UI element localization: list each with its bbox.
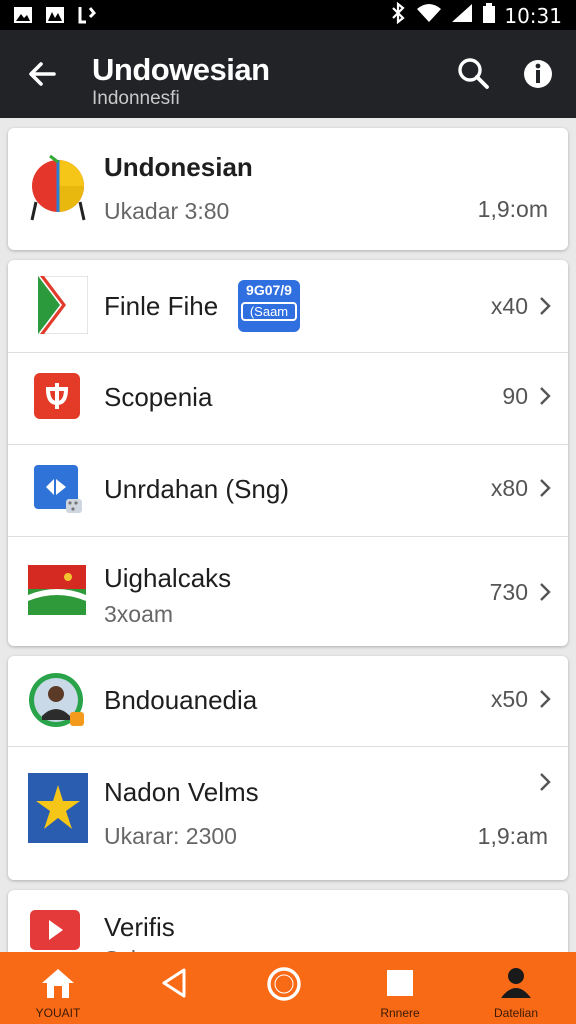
nav-recents[interactable]: Rnnere (350, 952, 450, 1024)
list-item-title: Unrdahan (Sng) (104, 474, 289, 504)
list-item[interactable]: Nadon Velms Ukarar: 2300 1,9:am (8, 747, 568, 880)
nav-profile-label: Datelian (493, 1006, 539, 1020)
list-item[interactable]: Uighalcaks 3xoam 730 (8, 537, 568, 646)
list-item[interactable]: Finle Fihe 9G07/9 (Saam x40 (8, 260, 568, 353)
list-item-value: x80 (490, 475, 528, 501)
list-item-title: Nadon Velms (104, 777, 259, 807)
nav-profile[interactable]: Datelian (466, 952, 566, 1024)
list-item-value: 1,9:am (477, 823, 548, 849)
home-icon (42, 969, 74, 998)
chevron-right-icon (540, 583, 551, 601)
list-item[interactable]: Scopenia 90 (8, 353, 568, 445)
status-time: 10:31 (504, 3, 562, 28)
signal-icon (450, 2, 474, 29)
wifi-icon (416, 2, 442, 29)
landscape-app-icon (28, 565, 86, 615)
nav-home-circle[interactable] (234, 952, 334, 1024)
nav-home-label: YOUAIT (35, 1006, 81, 1020)
blue-app-icon (34, 465, 82, 513)
status-badge: 9G07/9 (Saam (238, 280, 300, 332)
list-item-title: Uighalcaks (104, 563, 232, 593)
circle-home-icon (267, 967, 301, 1001)
back-button[interactable] (22, 54, 62, 94)
square-recents-icon (387, 970, 413, 996)
list-item-subtitle: Ukarar: 2300 (104, 823, 237, 849)
list-item[interactable]: Bndouanedia x50 (8, 656, 568, 747)
chevron-right-icon (540, 690, 551, 708)
chevron-right-icon (540, 479, 551, 497)
bluetooth-icon (388, 1, 408, 29)
chevron-right-icon (540, 773, 551, 791)
notification-icons (12, 5, 98, 25)
list-item-title: Finle Fihe (104, 291, 219, 321)
flag-app-icon (38, 276, 88, 334)
nav-back[interactable] (124, 952, 224, 1024)
list-item-value: 90 (502, 383, 528, 409)
list-item-value: 1,9:om (477, 196, 548, 222)
chevron-right-icon (540, 297, 551, 315)
person-icon (501, 968, 531, 998)
nav-recents-label: Rnnere (380, 1006, 420, 1020)
nav-home[interactable]: YOUAIT (8, 952, 108, 1024)
arrow-back-icon (29, 62, 56, 86)
chevron-right-icon (540, 387, 551, 405)
info-icon (524, 60, 552, 88)
top-card[interactable]: Undonesian Ukadar 3:80 1,9:om (8, 128, 568, 250)
battery-icon (482, 2, 496, 29)
globe-app-icon (30, 154, 86, 221)
app-notification-icon (76, 5, 98, 25)
avatar (29, 673, 84, 727)
contacts-card: Bndouanedia x50 Nadon Velms Ukarar: 2300… (8, 656, 568, 880)
search-button[interactable] (452, 52, 494, 94)
list-item-subtitle: Ukadar 3:80 (104, 198, 230, 224)
apps-card: Finle Fihe 9G07/9 (Saam x40 Scopenia 90 … (8, 260, 568, 646)
list-item-subtitle: 3xoam (104, 601, 174, 627)
list-item-title: Undonesian (104, 152, 253, 182)
list-item-title: Scopenia (104, 382, 213, 412)
list-item-title: Verifis (104, 912, 175, 942)
search-icon (458, 58, 489, 89)
red-app-icon (34, 373, 80, 419)
page-title: Undowesian (92, 52, 270, 87)
info-button[interactable] (518, 54, 558, 94)
page-subtitle: Indonnesfi (92, 88, 180, 109)
list-item-value: 730 (489, 579, 528, 605)
star-app-icon (28, 773, 88, 843)
bottom-navigation: YOUAIT Rnnere Datelian (0, 952, 576, 1024)
status-bar: 10:31 (0, 0, 576, 30)
video-app-icon (30, 910, 80, 950)
list-item-title: Bndouanedia (104, 685, 258, 715)
list-item-value: x50 (490, 686, 528, 712)
gallery-notification-icon (44, 5, 66, 25)
app-bar: Undowesian Indonnesfi (0, 30, 576, 118)
triangle-back-icon (162, 968, 186, 998)
list-item-value: x40 (490, 293, 528, 319)
list-item[interactable]: Undonesian Ukadar 3:80 1,9:om (8, 128, 568, 250)
image-notification-icon (12, 5, 34, 25)
list-item[interactable]: Unrdahan (Sng) x80 (8, 445, 568, 537)
